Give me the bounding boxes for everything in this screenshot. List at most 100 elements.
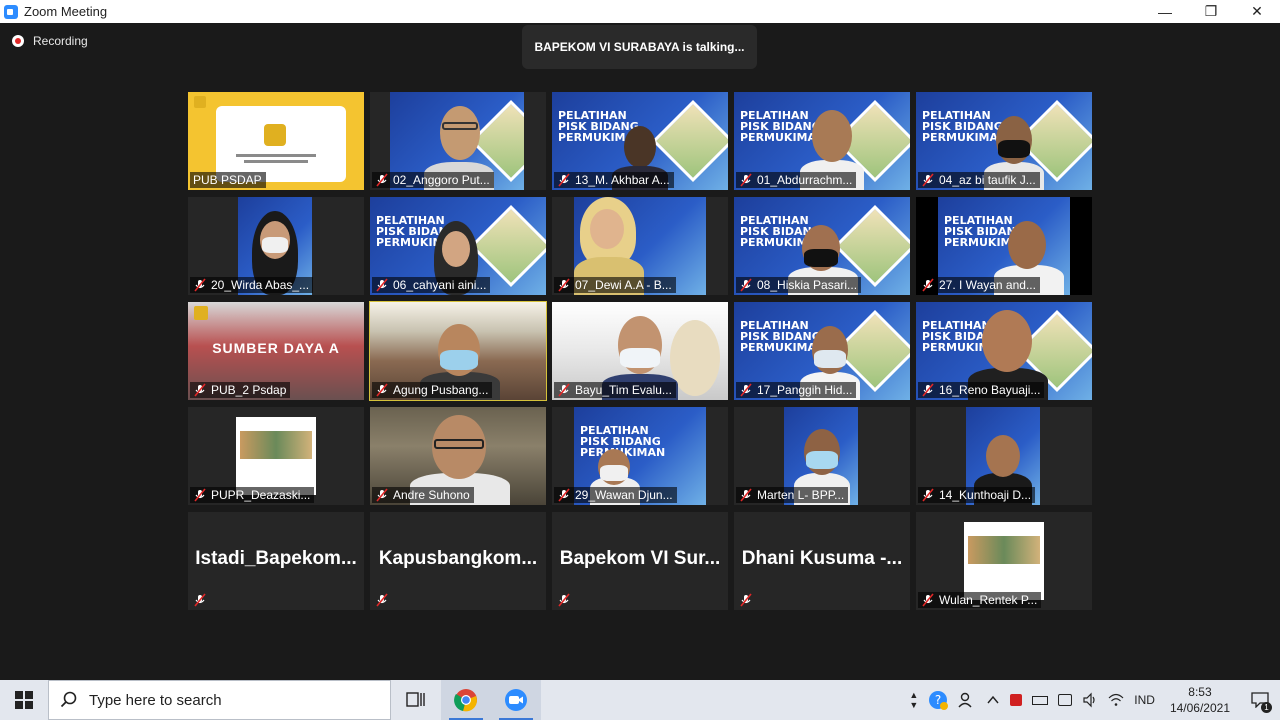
task-view-button[interactable]: [391, 680, 441, 720]
participant-tile[interactable]: Bayu_Tim Evalu...: [552, 302, 728, 400]
close-button[interactable]: ✕: [1234, 0, 1280, 23]
participant-name-bar: 29_Wawan Djun...: [554, 487, 677, 503]
windows-start-icon: [15, 691, 33, 709]
chrome-taskbar-button[interactable]: [441, 680, 491, 720]
participant-name: 02_Anggoro Put...: [393, 173, 490, 187]
participant-name: Bayu_Tim Evalu...: [575, 383, 672, 397]
system-tray: ▲ ▼ ? IND 8:53 14/06/2021 1: [904, 680, 1280, 720]
active-speaker-banner: BAPEKOM VI SURABAYA is talking...: [522, 25, 757, 69]
participant-name-bar: Agung Pusbang...: [372, 382, 493, 398]
notification-count-badge: 1: [1261, 702, 1272, 713]
muted-mic-icon: [557, 488, 571, 502]
participant-tile[interactable]: SUMBER DAYA A PUB_2 Psdap: [188, 302, 364, 400]
participant-name: Marten L- BPP...: [757, 488, 845, 502]
recording-dot-icon: [12, 35, 24, 47]
participant-tile[interactable]: Agung Pusbang...: [369, 301, 547, 401]
participant-name-bar: 27. I Wayan and...: [918, 277, 1040, 293]
participant-name: Agung Pusbang...: [393, 383, 489, 397]
participant-tile[interactable]: PELATIHAN PISK BIDANG PERMUKIMAN 17_Panggi…: [734, 302, 910, 400]
participant-name-bar: 14_Kunthoaji D...: [918, 487, 1036, 503]
participant-name: 14_Kunthoaji D...: [939, 488, 1032, 502]
muted-mic-icon: [921, 173, 935, 187]
participant-name: PUB_2 Psdap: [211, 383, 287, 397]
taskbar: Type here to search ▲ ▼ ? IND 8:53 14/06…: [0, 680, 1280, 720]
volume-button[interactable]: [1077, 680, 1103, 720]
muted-mic-icon: [921, 278, 935, 292]
muted-mic-icon: [739, 383, 753, 397]
participant-name-bar: 01_Abdurrachm...: [736, 172, 857, 188]
people-button[interactable]: [953, 680, 981, 720]
participant-tile[interactable]: PELATIHAN PISK BIDANG PERMUKIMAN 13_M. Akh…: [552, 92, 728, 190]
participant-name: 27. I Wayan and...: [939, 278, 1036, 292]
participant-tile[interactable]: PELATIHANPISK BIDANGPERMUKIMAN 29_Wawan …: [552, 407, 728, 505]
participant-name-bar: 07_Dewi A.A - B...: [554, 277, 676, 293]
start-button[interactable]: [0, 680, 48, 720]
zoom-taskbar-button[interactable]: [491, 680, 541, 720]
maximize-button[interactable]: ❐: [1188, 0, 1234, 23]
battery-button[interactable]: [1027, 680, 1053, 720]
people-icon: [958, 692, 972, 708]
participant-name: 17_Panggih Hid...: [757, 383, 853, 397]
pu-logo-icon: [264, 124, 286, 146]
taskbar-search[interactable]: Type here to search: [48, 680, 391, 720]
participant-display-name: Istadi_Bapekom...: [195, 548, 357, 569]
participant-name: 16_Reno Bayuaji...: [939, 383, 1041, 397]
participant-name: PUPR_Deazaski...: [211, 488, 311, 502]
volume-icon: [1083, 692, 1095, 708]
participant-tile[interactable]: Istadi_Bapekom...: [188, 512, 364, 610]
participant-name-bar: 06_cahyani aini...: [372, 277, 491, 293]
muted-mic-icon: [739, 278, 753, 292]
zoom-app-icon: [4, 4, 18, 19]
help-button[interactable]: ?: [923, 680, 953, 720]
participant-tile[interactable]: PUB PSDAP: [188, 92, 364, 190]
participant-tile[interactable]: Kapusbangkom...: [370, 512, 546, 610]
tray-app-icon[interactable]: [1005, 680, 1027, 720]
clock[interactable]: 8:53 14/06/2021: [1160, 684, 1240, 716]
search-placeholder: Type here to search: [89, 691, 222, 709]
recording-indicator[interactable]: Recording: [12, 34, 88, 48]
participant-tile[interactable]: 20_Wirda Abas_...: [188, 197, 364, 295]
participant-tile[interactable]: Andre Suhono: [370, 407, 546, 505]
participant-tile[interactable]: Wulan_Rentek P...: [916, 512, 1092, 610]
banner-text: PELATIHANPISK BIDANGPERMUKIMAN: [922, 109, 1008, 144]
participant-tile[interactable]: Bapekom VI Sur...: [552, 512, 728, 610]
participant-tile[interactable]: PELATIHAN PISK BIDANG PERMUKIMAN 08_Hiskia…: [734, 197, 910, 295]
participant-tile[interactable]: 14_Kunthoaji D...: [916, 407, 1092, 505]
tray-overflow-arrows[interactable]: ▲ ▼: [904, 680, 923, 720]
participant-name-bar: Wulan_Rentek P...: [918, 592, 1042, 608]
muted-mic-icon: [921, 593, 935, 607]
participant-tile[interactable]: PELATIHAN PISK BIDANG PERMUKIMAN 27. I Way…: [916, 197, 1092, 295]
language-indicator[interactable]: IND: [1129, 680, 1160, 720]
participant-name: 13_M. Akhbar A...: [575, 173, 670, 187]
muted-mic-icon: [375, 488, 389, 502]
notification-center-button[interactable]: 1: [1240, 680, 1280, 720]
participant-tile[interactable]: PELATIHAN PISK BIDANG PERMUKIMAN 01_Abdurr…: [734, 92, 910, 190]
participant-tile[interactable]: PELATIHAN PISK BIDANG PERMUKIMAN 16_Reno B…: [916, 302, 1092, 400]
scene-caption: SUMBER DAYA A: [212, 340, 340, 356]
muted-mic-icon: [921, 383, 935, 397]
participant-name-bar: 08_Hiskia Pasari...: [736, 277, 862, 293]
participant-name-bar: [554, 592, 579, 608]
participant-tile[interactable]: Dhani Kusuma -...: [734, 512, 910, 610]
participant-name-bar: 02_Anggoro Put...: [372, 172, 494, 188]
participant-name-bar: Bayu_Tim Evalu...: [554, 382, 676, 398]
participant-tile[interactable]: PUPR_Deazaski...: [188, 407, 364, 505]
participant-tile[interactable]: PELATIHAN PISK BIDANG PERMUKIMAN 06_cahyan…: [370, 197, 546, 295]
participant-name: 07_Dewi A.A - B...: [575, 278, 672, 292]
muted-mic-icon: [557, 173, 571, 187]
participant-tile[interactable]: 02_Anggoro Put...: [370, 92, 546, 190]
participant-name-bar: [736, 592, 761, 608]
minimize-button[interactable]: —: [1142, 0, 1188, 23]
muted-mic-icon: [193, 383, 207, 397]
participant-tile[interactable]: PELATIHAN PISK BIDANG PERMUKIMAN 04_az bi …: [916, 92, 1092, 190]
security-button[interactable]: [1053, 680, 1077, 720]
network-button[interactable]: [1103, 680, 1129, 720]
show-hidden-icons-button[interactable]: [981, 680, 1005, 720]
participant-name: PUB PSDAP: [193, 173, 262, 187]
participant-video: [964, 522, 1044, 600]
muted-mic-icon: [557, 383, 571, 397]
participant-name-bar: 20_Wirda Abas_...: [190, 277, 314, 293]
participant-tile[interactable]: Marten L- BPP...: [734, 407, 910, 505]
participant-tile[interactable]: 07_Dewi A.A - B...: [552, 197, 728, 295]
muted-mic-icon: [375, 278, 389, 292]
